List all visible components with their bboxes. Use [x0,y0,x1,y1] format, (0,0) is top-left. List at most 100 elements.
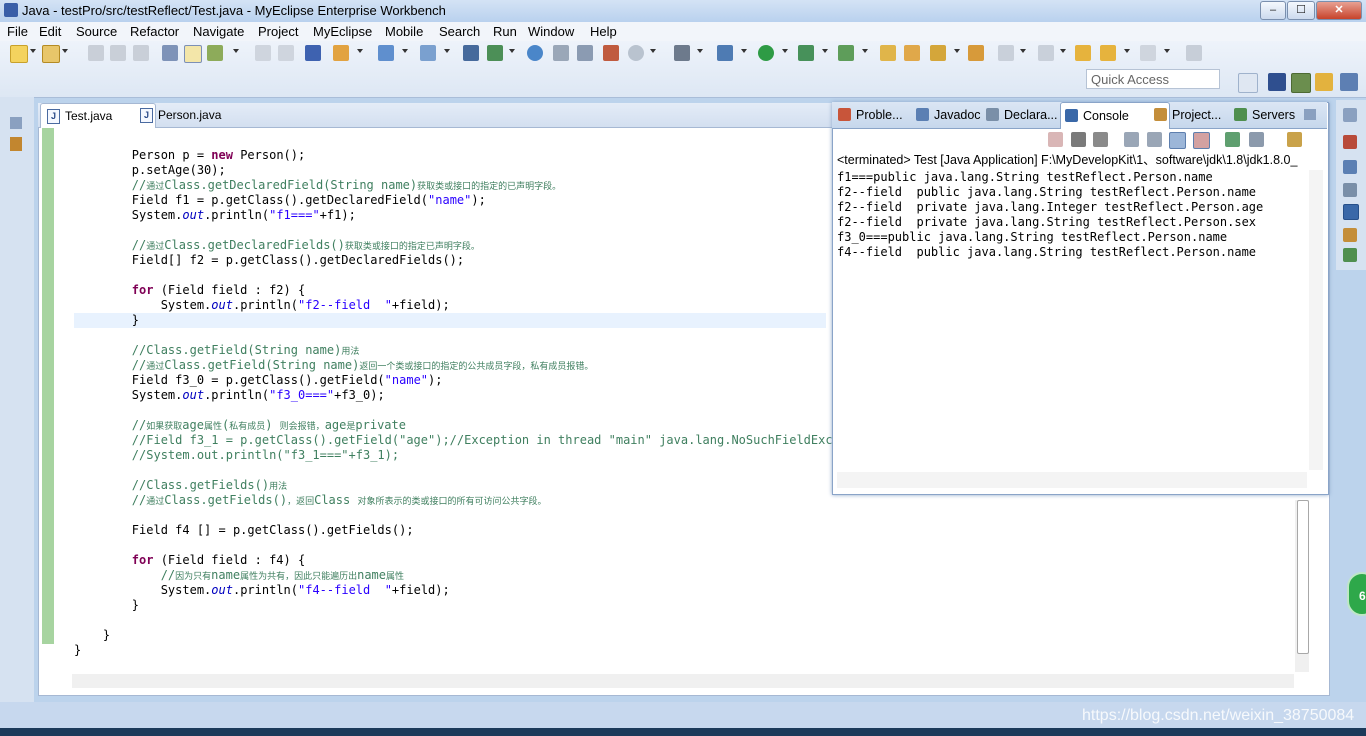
problems-icon[interactable] [1343,135,1357,149]
scroll-lock-icon[interactable] [1147,132,1162,147]
editor-horizontal-scrollbar[interactable] [72,674,1294,688]
myeclipse-perspective-icon[interactable] [1268,73,1286,91]
chevron-down-icon[interactable] [509,49,515,53]
quick-access-input[interactable]: Quick Access [1086,69,1220,89]
debug-perspective-icon[interactable] [1340,73,1358,91]
globe-icon[interactable] [527,45,543,61]
new-icon[interactable] [10,45,28,63]
maximize-button[interactable]: ☐ [1287,1,1315,20]
pin-editor-icon[interactable] [1186,45,1202,61]
chevron-down-icon[interactable] [1020,49,1026,53]
show-stdout-icon[interactable] [1169,132,1186,149]
chevron-down-icon[interactable] [402,49,408,53]
restore-icon[interactable] [1343,108,1357,122]
tab-person-java[interactable]: J Person.java [134,103,248,127]
java-perspective-icon[interactable] [1291,73,1311,93]
menu-project[interactable]: Project [258,24,298,39]
menu-mobile[interactable]: Mobile [385,24,423,39]
editor-scroll-thumb[interactable] [1297,500,1309,654]
chevron-down-icon[interactable] [954,49,960,53]
menu-myeclipse[interactable]: MyEclipse [313,24,372,39]
clear-console-icon[interactable] [1124,132,1139,147]
prev-annotation-icon[interactable] [1038,45,1054,61]
pin-console-icon[interactable] [1225,132,1240,147]
open-task-icon[interactable] [904,45,920,61]
format-icon[interactable] [207,45,223,61]
console-vertical-scrollbar[interactable] [1309,170,1323,470]
chevron-down-icon[interactable] [1060,49,1066,53]
project-icon[interactable] [1343,228,1357,242]
add-icon[interactable] [487,45,503,61]
menu-help[interactable]: Help [590,24,617,39]
menu-source[interactable]: Source [76,24,117,39]
menu-refactor[interactable]: Refactor [130,24,179,39]
coverage-icon[interactable] [838,45,854,61]
new-project-icon[interactable] [42,45,60,63]
chevron-down-icon[interactable] [444,49,450,53]
console-output[interactable]: f1===public java.lang.String testReflect… [837,170,1309,470]
view-icon[interactable] [674,45,690,61]
console-icon[interactable] [1343,204,1359,220]
server-icon[interactable] [378,45,394,61]
debug-icon[interactable] [717,45,733,61]
notification-badge[interactable]: 61 [1347,572,1366,616]
chevron-down-icon[interactable] [62,49,68,53]
servers-icon[interactable] [1343,248,1357,262]
forward-icon[interactable] [1140,45,1156,61]
chevron-down-icon[interactable] [741,49,747,53]
save-all-icon[interactable] [110,45,126,61]
chevron-down-icon[interactable] [357,49,363,53]
open-type-icon[interactable] [162,45,178,61]
javadoc-icon[interactable] [1343,160,1357,174]
json-perspective-icon[interactable] [1315,73,1333,91]
run-external-icon[interactable] [798,45,814,61]
chevron-down-icon[interactable] [697,49,703,53]
package-icon[interactable] [463,45,479,61]
show-stderr-icon[interactable] [1193,132,1210,149]
next-annotation-icon[interactable] [998,45,1014,61]
settings-icon[interactable] [628,45,644,61]
back-icon[interactable] [1100,45,1116,61]
last-edit-icon[interactable] [1075,45,1091,61]
wand-icon[interactable] [930,45,946,61]
minimize-view-icon[interactable] [1304,109,1316,120]
remove-all-icon[interactable] [1093,132,1108,147]
chevron-down-icon[interactable] [30,49,36,53]
declaration-icon[interactable] [1343,183,1357,197]
remove-launch-icon[interactable] [1071,132,1086,147]
print-icon[interactable] [133,45,149,61]
folder-open-icon[interactable] [968,45,984,61]
chevron-down-icon[interactable] [1164,49,1170,53]
menu-run[interactable]: Run [493,24,517,39]
menu-navigate[interactable]: Navigate [193,24,244,39]
open-perspective-icon[interactable] [1238,73,1258,93]
menu-file[interactable]: File [7,24,28,39]
report-icon[interactable] [603,45,619,61]
open-folder-icon[interactable] [880,45,896,61]
console-horizontal-scrollbar[interactable] [837,472,1307,488]
restore-icon[interactable] [10,117,22,129]
toggle-mark-icon[interactable] [184,45,202,63]
chevron-down-icon[interactable] [862,49,868,53]
menu-search[interactable]: Search [439,24,480,39]
terminate-icon[interactable] [1048,132,1063,147]
display-console-icon[interactable] [1249,132,1264,147]
run-icon[interactable] [758,45,774,61]
db-icon[interactable] [553,45,569,61]
menu-edit[interactable]: Edit [39,24,61,39]
save-icon[interactable] [88,45,104,61]
chevron-down-icon[interactable] [822,49,828,53]
chevron-down-icon[interactable] [1124,49,1130,53]
menu-window[interactable]: Window [528,24,574,39]
pointer-icon[interactable] [305,45,321,61]
undo-icon[interactable] [255,45,271,61]
chevron-down-icon[interactable] [650,49,656,53]
open-console-icon[interactable] [1287,132,1302,147]
deploy-icon[interactable] [333,45,349,61]
package-explorer-icon[interactable] [10,137,22,151]
redo-icon[interactable] [278,45,294,61]
close-button[interactable]: ✕ [1316,1,1362,20]
chevron-down-icon[interactable] [233,49,239,53]
db-refresh-icon[interactable] [577,45,593,61]
chevron-down-icon[interactable] [782,49,788,53]
